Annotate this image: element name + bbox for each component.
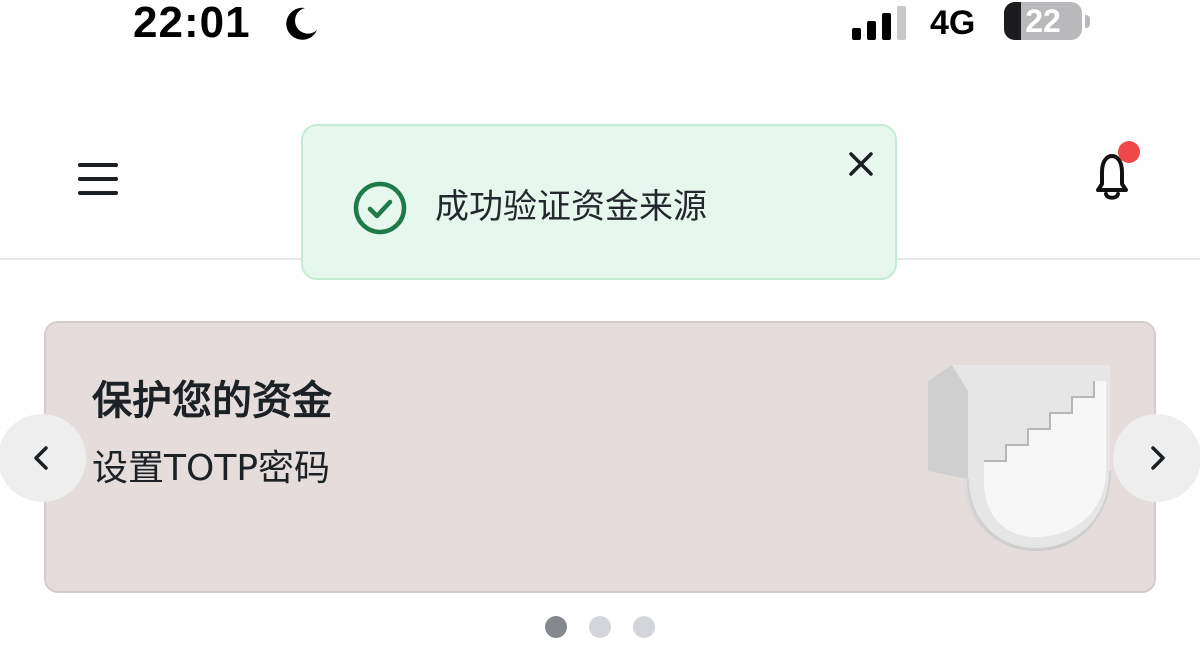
toast-message: 成功验证资金来源 <box>435 187 707 227</box>
battery-body: 22 <box>1004 2 1082 40</box>
status-time: 22:01 <box>133 0 251 47</box>
banner-title: 保护您的资金 <box>92 378 332 424</box>
carousel-dot[interactable] <box>589 616 611 638</box>
carousel-dot[interactable] <box>633 616 655 638</box>
staircase-illustration <box>928 365 1111 551</box>
status-bar: 22:01 4G 22 <box>0 0 1200 50</box>
cellular-signal-icon <box>852 6 906 40</box>
check-circle-icon <box>353 181 407 235</box>
battery-tip <box>1085 15 1090 28</box>
carousel-prev-button[interactable] <box>0 414 86 502</box>
close-icon[interactable] <box>843 146 879 182</box>
hamburger-menu-icon[interactable] <box>74 157 122 201</box>
chevron-right-icon <box>1151 446 1165 470</box>
network-type: 4G <box>930 4 976 42</box>
moon-icon <box>286 7 317 40</box>
battery-level: 22 <box>1025 3 1061 39</box>
promo-banner[interactable]: 保护您的资金 设置TOTP密码 <box>44 321 1156 593</box>
carousel-next-button[interactable] <box>1113 414 1200 502</box>
battery-icon: 22 <box>1004 2 1094 42</box>
success-toast: 成功验证资金来源 <box>301 124 897 280</box>
carousel-pagination <box>545 616 660 638</box>
notification-badge <box>1118 141 1140 163</box>
chevron-left-icon <box>34 446 48 470</box>
carousel-dot[interactable] <box>545 616 567 638</box>
banner-subtitle: 设置TOTP密码 <box>92 448 331 489</box>
